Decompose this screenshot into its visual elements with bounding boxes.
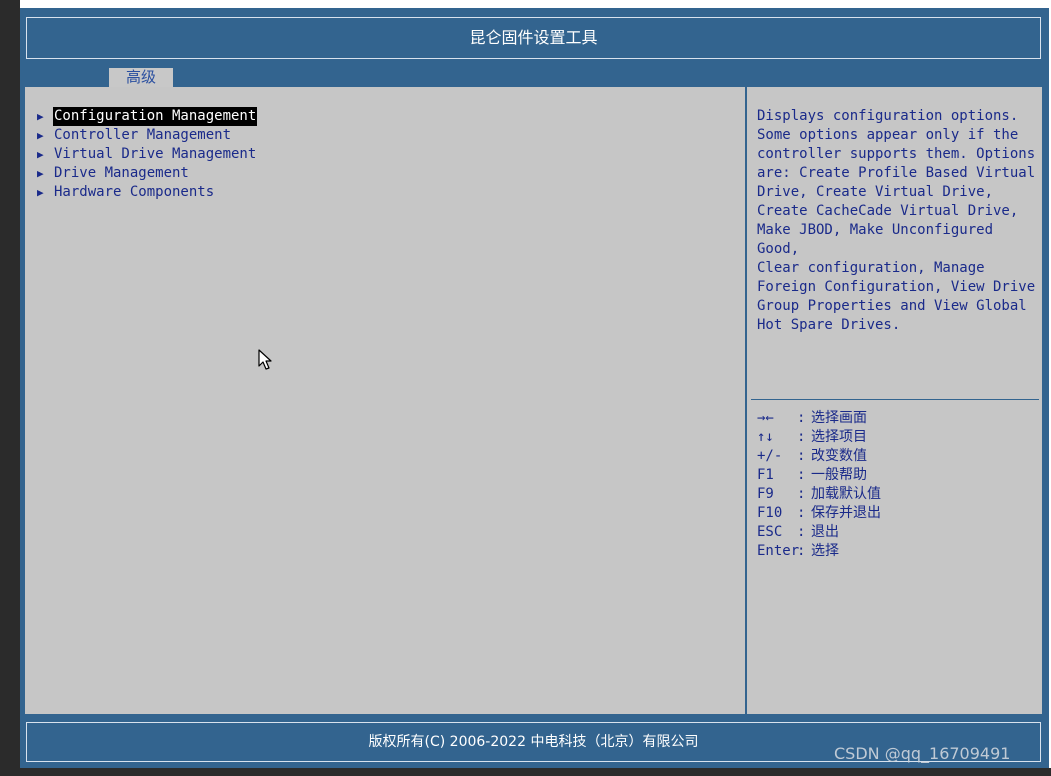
key-description: 退出 — [811, 524, 839, 540]
help-description: Displays configuration options. Some opt… — [757, 108, 1036, 333]
menu-item-configuration-management[interactable]: ▶ Configuration Management — [37, 107, 258, 126]
key-separator: : — [797, 505, 806, 521]
key-legend-row: Enter: 选择 — [757, 542, 881, 561]
menu-item-controller-management[interactable]: ▶ Controller Management — [37, 126, 257, 145]
key-name: ↑↓ — [757, 429, 774, 445]
key-legend-row: ESC: 退出 — [757, 523, 881, 542]
window-left-edge — [0, 0, 20, 776]
tab-bar: 高级 — [20, 68, 1049, 87]
submenu-arrow-icon: ▶ — [37, 110, 44, 123]
menu-list: ▶ Configuration Management ▶ Controller Ma… — [37, 107, 258, 202]
watermark-text: CSDN @qq_16709491 — [834, 744, 1011, 763]
key-legend-row: F9: 加载默认值 — [757, 485, 881, 504]
key-name: Enter — [757, 543, 800, 559]
help-panel: Displays configuration options. Some opt… — [747, 87, 1042, 714]
key-legend: →←: 选择画面 ↑↓: 选择项目 +/-: 改变数值 F1: 一般帮助 F9: 加载默认… — [757, 409, 881, 561]
help-divider — [751, 399, 1039, 400]
key-name: →← — [757, 410, 774, 426]
mouse-pointer-icon — [258, 349, 274, 375]
key-legend-row: →←: 选择画面 — [757, 409, 881, 428]
key-separator: : — [797, 543, 806, 559]
menu-item-label: Virtual Drive Management — [54, 146, 257, 162]
content-area: ▶ Configuration Management ▶ Controller Ma… — [20, 87, 1049, 717]
key-description: 加载默认值 — [811, 486, 881, 502]
key-description: 改变数值 — [811, 448, 867, 464]
submenu-arrow-icon: ▶ — [37, 129, 44, 142]
tab-advanced[interactable]: 高级 — [109, 68, 173, 87]
title-bar: 昆仑固件设置工具 — [20, 8, 1049, 68]
key-name: F1 — [757, 467, 774, 483]
key-separator: : — [797, 448, 806, 464]
menu-item-label: Drive Management — [54, 165, 189, 181]
menu-item-drive-management[interactable]: ▶ Drive Management — [37, 164, 257, 183]
key-legend-row: F10: 保存并退出 — [757, 504, 881, 523]
key-separator: : — [797, 410, 806, 426]
key-name: F9 — [757, 486, 774, 502]
submenu-arrow-icon: ▶ — [37, 167, 44, 180]
menu-item-label: Controller Management — [54, 127, 232, 143]
menu-panel: ▶ Configuration Management ▶ Controller Ma… — [25, 87, 745, 714]
submenu-arrow-icon: ▶ — [37, 186, 44, 199]
bios-setup-window: 昆仑固件设置工具 高级 ▶ Configuration Management ▶ C… — [0, 0, 1051, 776]
menu-item-label: Hardware Components — [54, 184, 215, 200]
key-description: 选择项目 — [811, 429, 867, 445]
menu-item-label: Configuration Management — [53, 107, 258, 126]
key-name: +/- — [757, 448, 783, 464]
key-legend-row: F1: 一般帮助 — [757, 466, 881, 485]
submenu-arrow-icon: ▶ — [37, 148, 44, 161]
key-description: 一般帮助 — [811, 467, 867, 483]
key-legend-row: ↑↓: 选择项目 — [757, 428, 881, 447]
key-description: 选择 — [811, 543, 839, 559]
menu-item-hardware-components[interactable]: ▶ Hardware Components — [37, 183, 257, 202]
key-separator: : — [797, 486, 806, 502]
key-separator: : — [797, 429, 806, 445]
menu-item-virtual-drive-management[interactable]: ▶ Virtual Drive Management — [37, 145, 257, 164]
key-legend-row: +/-: 改变数值 — [757, 447, 881, 466]
key-name: F10 — [757, 505, 783, 521]
key-name: ESC — [757, 524, 783, 540]
key-separator: : — [797, 467, 806, 483]
window-bottom-edge — [0, 768, 1051, 776]
key-separator: : — [797, 524, 806, 540]
key-description: 保存并退出 — [811, 505, 881, 521]
page-title: 昆仑固件设置工具 — [26, 17, 1041, 59]
key-description: 选择画面 — [811, 410, 867, 426]
